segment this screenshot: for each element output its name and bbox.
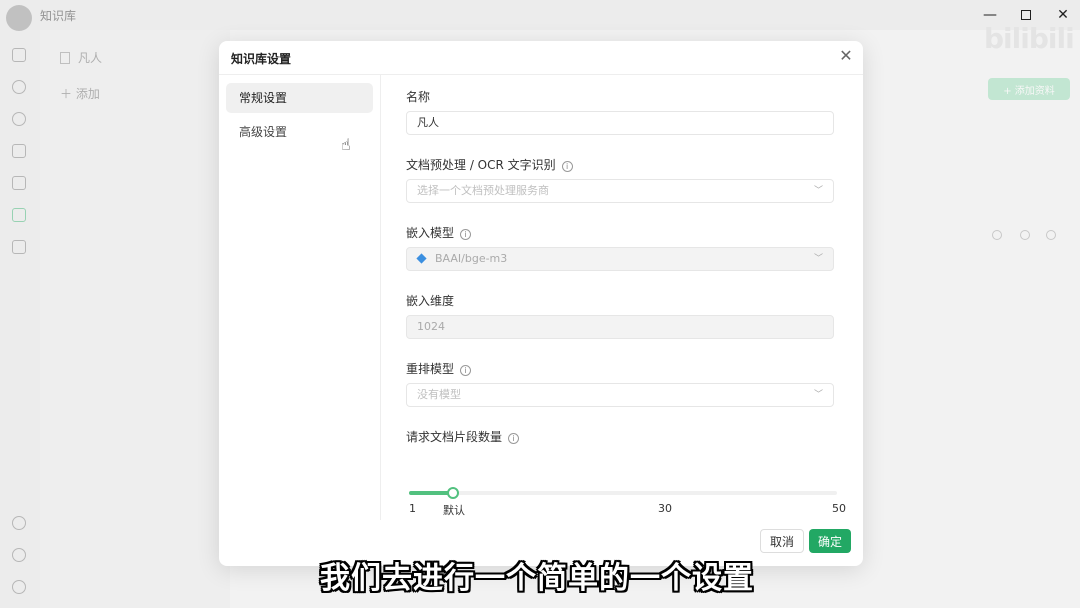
- info-icon[interactable]: i: [561, 161, 573, 172]
- close-icon[interactable]: ✕: [837, 47, 855, 65]
- video-subtitle: 我们去进行一个简单的一个设置: [320, 561, 754, 596]
- slider-default-label: 默认: [443, 504, 465, 517]
- embed-model-select[interactable]: BAAI/bge-m3 ﹀: [406, 247, 834, 271]
- ok-button[interactable]: 确定: [809, 529, 851, 553]
- dialog-header: 知识库设置 ✕: [219, 41, 863, 75]
- slider-handle[interactable]: [446, 487, 459, 499]
- chunk-count-slider[interactable]: [409, 487, 837, 499]
- chevron-down-icon: ﹀: [813, 390, 823, 400]
- info-icon[interactable]: i: [460, 229, 472, 240]
- cancel-button[interactable]: 取消: [760, 529, 804, 553]
- slider-min-label: 1: [409, 502, 416, 515]
- tab-advanced[interactable]: 高级设置: [226, 117, 373, 147]
- model-logo-icon: [416, 253, 427, 264]
- embed-model-label: 嵌入模型 i: [406, 224, 472, 241]
- name-label: 名称: [406, 90, 431, 104]
- info-icon[interactable]: i: [508, 433, 520, 444]
- knowledge-settings-dialog: 知识库设置 ✕ 常规设置 高级设置 ☝ 名称 凡人 文档预处理 / OCR 文字…: [219, 41, 863, 566]
- chevron-down-icon: ﹀: [813, 186, 823, 196]
- settings-sidebar: 常规设置 高级设置: [219, 75, 381, 520]
- slider-max-label: 50: [832, 502, 846, 515]
- chevron-down-icon: ﹀: [813, 254, 823, 264]
- name-input[interactable]: 凡人: [406, 111, 834, 135]
- embed-dim-input: 1024: [406, 315, 834, 339]
- hand-cursor-icon: ☝: [341, 135, 351, 154]
- rerank-model-select[interactable]: 没有模型 ﹀: [406, 383, 834, 407]
- chunk-count-label: 请求文档片段数量 i: [406, 428, 520, 445]
- dialog-title: 知识库设置: [231, 52, 292, 66]
- rerank-model-label: 重排模型 i: [406, 360, 472, 377]
- embed-dim-label: 嵌入维度: [406, 294, 455, 308]
- preprocess-label: 文档预处理 / OCR 文字识别 i: [406, 156, 573, 173]
- tab-general[interactable]: 常规设置: [226, 83, 373, 113]
- info-icon[interactable]: i: [460, 365, 472, 376]
- slider-mid-label: 30: [658, 502, 672, 515]
- preprocess-select[interactable]: 选择一个文档预处理服务商 ﹀: [406, 179, 834, 203]
